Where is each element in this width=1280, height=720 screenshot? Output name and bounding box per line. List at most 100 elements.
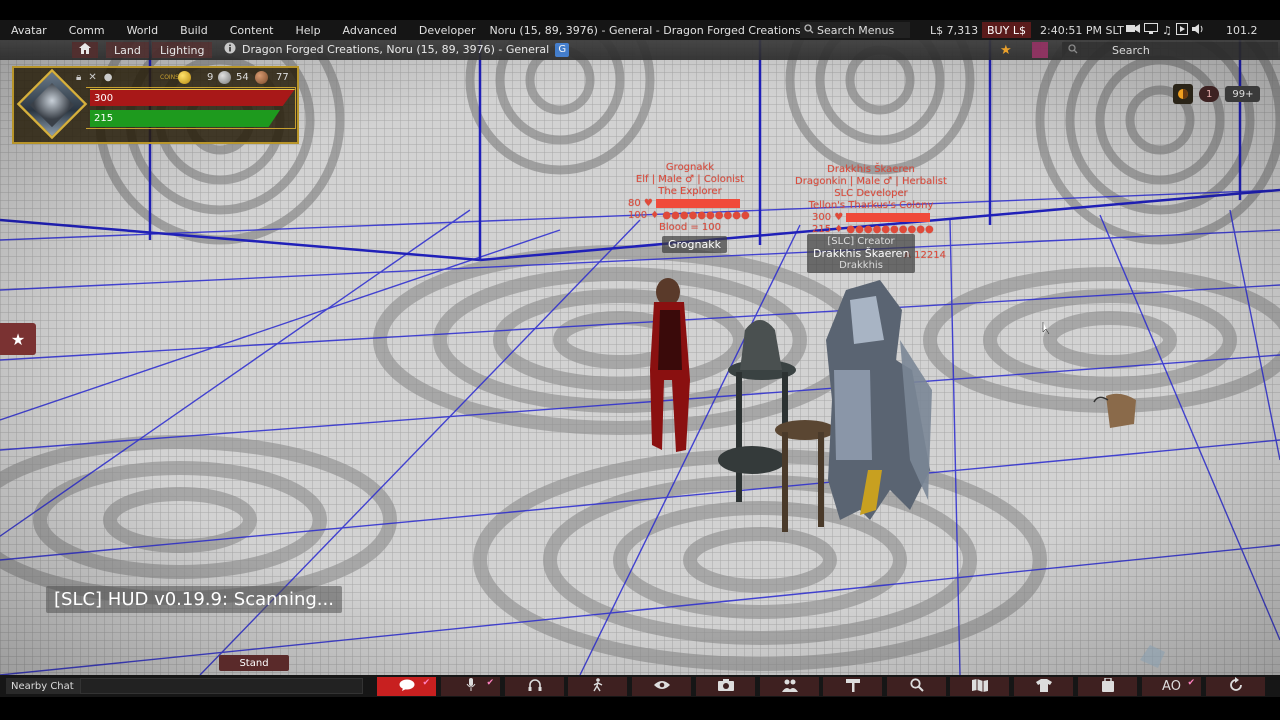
menu-help[interactable]: Help — [284, 24, 331, 37]
stamina-bar: 215 — [90, 110, 280, 127]
build-icon — [845, 678, 861, 695]
people-icon — [781, 679, 798, 695]
home-button[interactable] — [72, 42, 98, 58]
drakkhis-tag-line1: Dragonkin | Male ♂ | Herbalist — [795, 176, 947, 187]
snapshot-button[interactable] — [696, 677, 756, 696]
status-icons: ♫ — [1126, 22, 1205, 38]
drakkhis-tag: Drakkhis Škaeren Dragonkin | Male ♂ | He… — [776, 164, 966, 236]
menu-advanced[interactable]: Advanced — [332, 24, 408, 37]
gold-coin-icon — [178, 71, 191, 84]
drakkhis-name-plate[interactable]: [SLC] Creator Drakkhis Škaeren Drakkhis — [807, 234, 915, 273]
parcel-info[interactable]: Dragon Forged Creations, Noru (15, 89, 3… — [224, 42, 570, 57]
fps-counter: 101.2 — [1226, 23, 1258, 37]
grognakk-mp-dots: ●●●●●●●●●● — [662, 210, 750, 221]
chat-button[interactable]: ✔ — [377, 677, 437, 696]
notification-count-badge[interactable]: 1 — [1199, 86, 1220, 102]
people-button[interactable] — [760, 677, 820, 696]
tools-icon[interactable]: ✕ — [88, 72, 96, 83]
star-icon[interactable]: ★ — [1000, 43, 1012, 58]
camera-status-icon[interactable] — [1126, 23, 1140, 37]
menu-avatar[interactable]: Avatar — [0, 24, 58, 37]
grognakk-name-plate[interactable]: Grognakk — [662, 236, 727, 253]
info-icon[interactable] — [224, 42, 236, 57]
nearby-chat-button[interactable]: Nearby Chat — [6, 678, 80, 694]
right-hud: 1 99+ — [1173, 84, 1261, 104]
search-icon — [1068, 43, 1078, 57]
search-icon — [909, 678, 924, 695]
inventory-button[interactable] — [1078, 677, 1138, 696]
walk-icon — [592, 678, 604, 695]
stand-button[interactable]: Stand — [219, 655, 289, 671]
ao-button[interactable]: AO ✔ — [1142, 677, 1202, 696]
nav-search-field[interactable]: Search — [1062, 42, 1278, 58]
bag-icon[interactable]: ● — [104, 72, 113, 83]
menu-world[interactable]: World — [116, 24, 170, 37]
drakkhis-hp-bar — [846, 212, 931, 222]
drakkhis-hp-value: 300 — [812, 212, 832, 223]
bottom-toolbar: Nearby Chat ✔ ✔ AO ✔ — [0, 675, 1280, 697]
drakkhis-hp: 300 ♥ — [776, 212, 966, 224]
linden-balance[interactable]: L$ 7,313 — [930, 24, 978, 37]
notification-overflow-badge[interactable]: 99+ — [1225, 86, 1261, 102]
monitor-icon[interactable] — [1144, 22, 1158, 38]
microphone-icon — [466, 678, 476, 695]
chat-icon — [399, 679, 415, 694]
sun-icon[interactable] — [1173, 84, 1193, 104]
group-badge[interactable]: G — [555, 42, 570, 57]
chat-enabled-check-icon: ✔ — [422, 678, 430, 688]
menu-content[interactable]: Content — [219, 24, 285, 37]
drakkhis-tag-line2: SLC Developer — [834, 188, 908, 199]
top-menu-bar: Avatar Comm World Build Content Help Adv… — [0, 20, 1280, 40]
shirt-icon — [1035, 678, 1052, 695]
hud-scan-message: [SLC] HUD v0.19.9: Scanning... — [46, 586, 342, 613]
ao-icon: AO — [1162, 679, 1181, 694]
pink-indicator[interactable] — [1032, 42, 1048, 58]
voice-button[interactable]: ✔ — [441, 677, 501, 696]
move-button[interactable] — [568, 677, 628, 696]
music-icon[interactable]: ♫ — [1162, 24, 1172, 37]
grognakk-hp-bar — [655, 198, 740, 208]
menu-developer[interactable]: Developer — [408, 24, 487, 37]
drakkhis-plate-name: Drakkhis Škaeren — [813, 247, 910, 260]
grognakk-mp-value: 100 — [628, 210, 648, 221]
grognakk-hp-value: 80 — [628, 198, 641, 209]
hud-coins-label: COINS — [160, 74, 179, 81]
media-icon[interactable] — [1175, 22, 1188, 38]
view-button[interactable] — [632, 677, 692, 696]
grognakk-blood: Blood = 100 — [658, 222, 722, 233]
volume-icon[interactable] — [1191, 23, 1205, 38]
search-menus-field[interactable]: Search Menus — [800, 22, 910, 38]
buy-currency-button[interactable]: BUY L$ — [982, 22, 1031, 38]
search-button[interactable] — [887, 677, 947, 696]
ao-enabled-check-icon: ✔ — [1187, 678, 1195, 688]
menu-build[interactable]: Build — [169, 24, 219, 37]
drakkhis-plate-sub: Drakkhis — [839, 260, 883, 271]
grognakk-tag-name: Grognakk — [665, 162, 715, 173]
refresh-button[interactable] — [1206, 677, 1266, 696]
voice-enabled-check-icon: ✔ — [486, 678, 494, 688]
menu-comm[interactable]: Comm — [58, 24, 116, 37]
slc-hud-panel[interactable]: 🔒︎ ✕ ● COINS 9 54 77 300 215 — [12, 66, 299, 144]
lock-icon[interactable]: 🔒︎ — [76, 72, 81, 83]
land-button[interactable]: Land — [106, 42, 149, 58]
speak-button[interactable] — [505, 677, 565, 696]
parcel-name: Dragon Forged Creations, Noru (15, 89, 3… — [242, 43, 550, 56]
camera-icon — [717, 679, 734, 694]
silver-coin-icon — [218, 71, 231, 84]
drakkhis-tag-name: Drakkhis Škaeren — [827, 164, 915, 175]
nearby-chat-input[interactable] — [80, 678, 363, 694]
sl-time: 2:40:51 PM SLT — [1040, 23, 1124, 37]
drakkhis-tag-line3: Tellon's Tharkus's Colony — [808, 200, 934, 211]
health-bar: 300 — [90, 89, 295, 106]
build-button[interactable] — [823, 677, 883, 696]
grognakk-mp: 100 ♦ ●●●●●●●●●● — [628, 210, 750, 221]
search-icon — [804, 23, 814, 37]
hud-count-b: 54 — [236, 72, 249, 83]
headset-icon — [528, 678, 542, 695]
map-icon — [971, 678, 988, 695]
window-location-title: Noru (15, 89, 3976) - General - Dragon F… — [489, 23, 801, 37]
side-favorites-button[interactable]: ★ — [0, 323, 36, 355]
world-map-button[interactable] — [950, 677, 1010, 696]
appearance-button[interactable] — [1014, 677, 1074, 696]
lighting-button[interactable]: Lighting — [152, 42, 213, 58]
